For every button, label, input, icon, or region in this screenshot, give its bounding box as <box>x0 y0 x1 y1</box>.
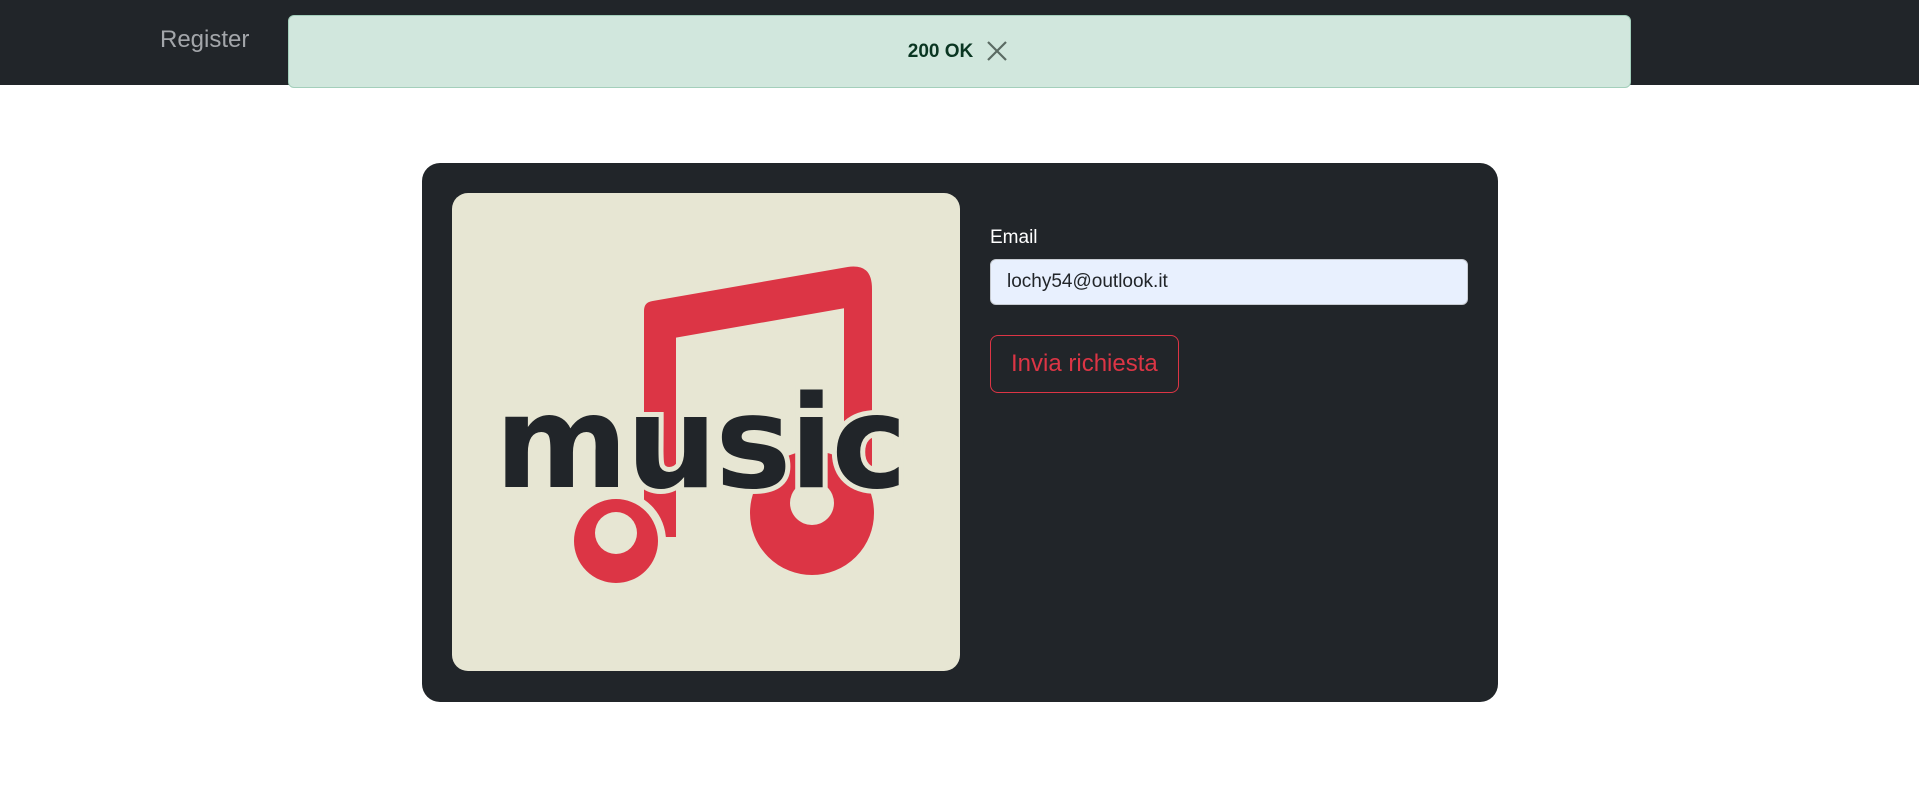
close-icon[interactable] <box>983 37 1011 65</box>
email-form: Email Invia richiesta <box>990 227 1468 393</box>
nav-link-register[interactable]: Register <box>160 26 249 54</box>
music-logo-svg: music <box>490 258 912 591</box>
success-alert: 200 OK <box>288 15 1631 88</box>
music-logo-image: music <box>452 193 960 671</box>
alert-message: 200 OK <box>907 40 974 62</box>
submit-request-button[interactable]: Invia richiesta <box>990 335 1179 393</box>
logo-text: music <box>495 369 905 518</box>
request-card: music Email Invia richiesta <box>422 163 1498 702</box>
email-field[interactable] <box>990 259 1468 305</box>
email-label: Email <box>990 227 1038 248</box>
